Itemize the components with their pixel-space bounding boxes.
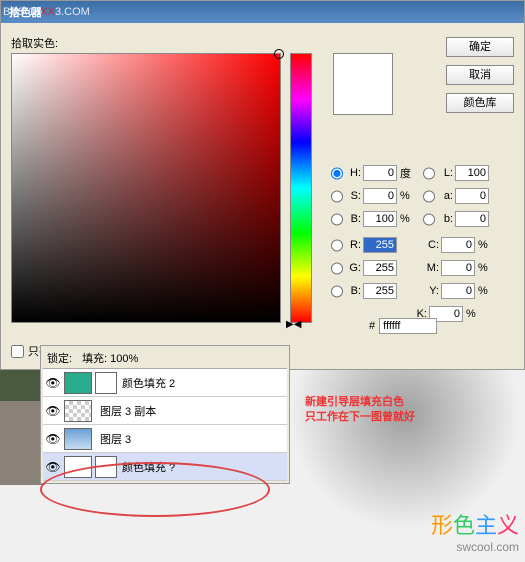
footer-logo: 形色主义 swcool.com (431, 508, 519, 554)
r-radio[interactable] (331, 239, 343, 252)
layer-name[interactable]: 图层 3 副本 (95, 403, 156, 419)
hue-slider-arrow[interactable]: ▶◀ (286, 319, 301, 330)
g-input[interactable] (363, 260, 397, 276)
web-only-checkbox[interactable] (11, 345, 24, 358)
l-label: L: (437, 167, 453, 179)
y-input[interactable] (441, 283, 475, 299)
a-radio[interactable] (423, 190, 435, 203)
layer-thumbnail[interactable] (64, 456, 92, 478)
s-input[interactable] (363, 188, 397, 204)
visibility-icon[interactable]: 👁 (45, 404, 61, 418)
color-preview (333, 53, 393, 115)
visibility-icon[interactable]: 👁 (45, 432, 61, 446)
layer-thumbnail[interactable] (64, 372, 92, 394)
layer-thumbnail[interactable] (64, 400, 92, 422)
b-hsb-input[interactable] (363, 211, 397, 227)
layer-row[interactable]: 👁 颜色填充 2 (43, 369, 287, 397)
color-field[interactable] (11, 53, 281, 323)
lab-b-radio[interactable] (423, 213, 435, 226)
layer-mask[interactable] (95, 456, 117, 478)
l-input[interactable] (455, 165, 489, 181)
layer-name[interactable]: 颜色填充 2 (117, 375, 175, 391)
h-radio[interactable] (331, 167, 343, 180)
layer-mask[interactable] (95, 372, 117, 394)
l-radio[interactable] (423, 167, 435, 180)
layer-name[interactable]: 图层 3 (95, 431, 131, 447)
layer-name[interactable]: 颜色填充 ? (117, 459, 175, 475)
m-input[interactable] (441, 260, 475, 276)
visibility-icon[interactable]: 👁 (45, 460, 61, 474)
numeric-inputs: H: 度 L: S: % a: B: % (331, 163, 521, 327)
s-radio[interactable] (331, 190, 343, 203)
watermark: BBS.16XX3.COM (3, 3, 90, 18)
layer-row[interactable]: 👁 图层 3 (43, 425, 287, 453)
cancel-button[interactable]: 取消 (446, 65, 514, 85)
layers-panel-header: 锁定: 填充: 100% (43, 348, 287, 369)
pick-color-label: 拾取实色: (11, 35, 58, 51)
layers-panel: 锁定: 填充: 100% 👁 颜色填充 2 👁 图层 3 副本 👁 图层 3 👁… (40, 345, 290, 484)
layer-row[interactable]: 👁 图层 3 副本 (43, 397, 287, 425)
color-field-marker[interactable] (274, 49, 284, 59)
lab-b-input[interactable] (455, 211, 489, 227)
hue-strip[interactable] (290, 53, 312, 323)
color-picker-dialog: 拾色器 BBS.16XX3.COM 拾取实色: ▶◀ 确定 取消 颜色库 H: … (0, 0, 525, 370)
b-radio[interactable] (331, 213, 343, 226)
c-input[interactable] (441, 237, 475, 253)
r-input[interactable] (363, 237, 397, 253)
h-input[interactable] (363, 165, 397, 181)
layer-thumbnail[interactable] (64, 428, 92, 450)
g-radio[interactable] (331, 262, 343, 275)
ok-button[interactable]: 确定 (446, 37, 514, 57)
a-input[interactable] (455, 188, 489, 204)
b-rgb-input[interactable] (363, 283, 397, 299)
visibility-icon[interactable]: 👁 (45, 376, 61, 390)
b-rgb-radio[interactable] (331, 285, 343, 298)
annotation-text: 新建引导层填充白色 只工作在下一图曾就好 (305, 395, 415, 425)
h-label: H: (345, 167, 361, 179)
hex-row: # (369, 318, 437, 334)
layer-row[interactable]: 👁 颜色填充 ? (43, 453, 287, 481)
hex-input[interactable] (379, 318, 437, 334)
color-library-button[interactable]: 颜色库 (446, 93, 514, 113)
